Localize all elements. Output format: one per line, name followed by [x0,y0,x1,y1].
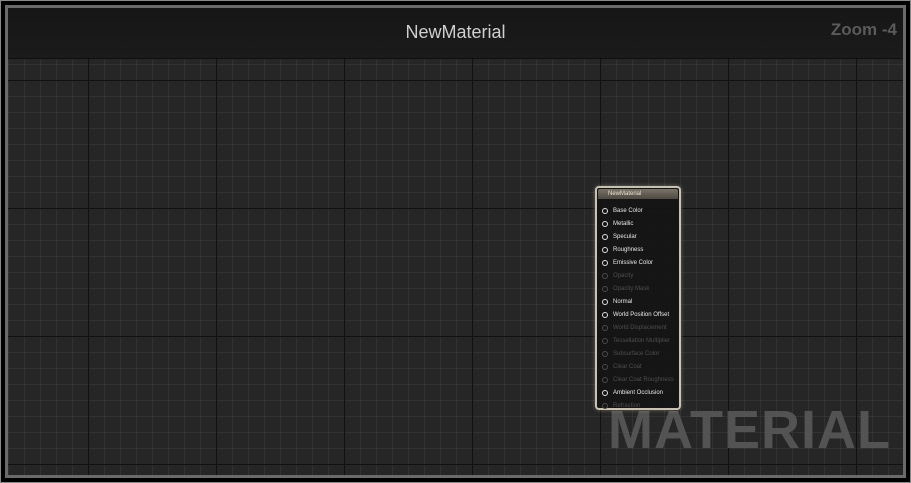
node-pin[interactable]: Clear Coat Roughness [597,373,679,386]
node-pin[interactable]: Normal [597,295,679,308]
pin-label: Opacity [613,272,634,279]
pin-connector-icon[interactable] [602,246,608,253]
pin-connector-icon[interactable] [602,402,608,409]
node-pin[interactable]: Ambient Occlusion [597,386,679,399]
pin-connector-icon[interactable] [602,389,608,396]
pin-label: Emissive Color [613,259,654,266]
node-pin[interactable]: Refraction [597,399,679,412]
pin-connector-icon[interactable] [602,298,608,305]
node-pin[interactable]: Clear Coat [597,360,679,373]
pin-connector-icon[interactable] [602,311,608,318]
pin-connector-icon[interactable] [602,259,608,266]
pin-connector-icon[interactable] [602,337,608,344]
pin-label: Base Color [613,207,643,214]
pin-connector-icon[interactable] [602,376,608,383]
pin-label: Normal [613,298,633,305]
pin-connector-icon[interactable] [602,285,608,292]
graph-viewport[interactable]: NewMaterial Zoom -4 MATERIAL NewMaterial… [5,5,906,478]
node-header[interactable]: NewMaterial [598,189,678,199]
pin-label: Opacity Mask [613,285,650,292]
node-pin[interactable]: Opacity [597,269,679,282]
pin-connector-icon[interactable] [602,363,608,370]
node-pin[interactable]: Subsurface Color [597,347,679,360]
pin-label: World Displacement [613,324,667,331]
pin-label: World Position Offset [613,311,670,318]
pin-connector-icon[interactable] [602,233,608,240]
pin-connector-icon[interactable] [602,220,608,227]
pin-connector-icon[interactable] [602,324,608,331]
node-pin[interactable]: Base Color [597,204,679,217]
node-pin[interactable]: World Displacement [597,321,679,334]
pin-label: Roughness [613,246,644,253]
material-result-node[interactable]: NewMaterial Base Color Metallic Specular Ro… [595,186,681,410]
graph-title: NewMaterial [405,22,506,42]
zoom-level: Zoom -4 [830,20,897,39]
pin-connector-icon[interactable] [602,207,608,214]
node-pin[interactable]: Opacity Mask [597,282,679,295]
pin-label: Clear Coat Roughness [613,376,674,383]
pin-connector-icon[interactable] [602,350,608,357]
pin-label: Ambient Occlusion [613,389,664,396]
node-pin[interactable]: Roughness [597,243,679,256]
graph-title-bar: NewMaterial Zoom -4 [8,8,903,59]
pin-label: Clear Coat [613,363,642,370]
pin-connector-icon[interactable] [602,272,608,279]
node-input-pins: Base Color Metallic Specular Roughness Emiss… [597,199,679,412]
node-pin[interactable]: Specular [597,230,679,243]
node-pin[interactable]: Emissive Color [597,256,679,269]
node-pin[interactable]: Tessellation Multiplier [597,334,679,347]
node-pin[interactable]: Metallic [597,217,679,230]
material-editor-window: NewMaterial Zoom -4 MATERIAL NewMaterial… [0,0,911,483]
node-pin[interactable]: World Position Offset [597,308,679,321]
pin-label: Metallic [613,220,634,227]
pin-label: Tessellation Multiplier [613,337,671,344]
pin-label: Refraction [613,402,641,409]
pin-label: Subsurface Color [613,350,660,357]
pin-label: Specular [613,233,637,240]
